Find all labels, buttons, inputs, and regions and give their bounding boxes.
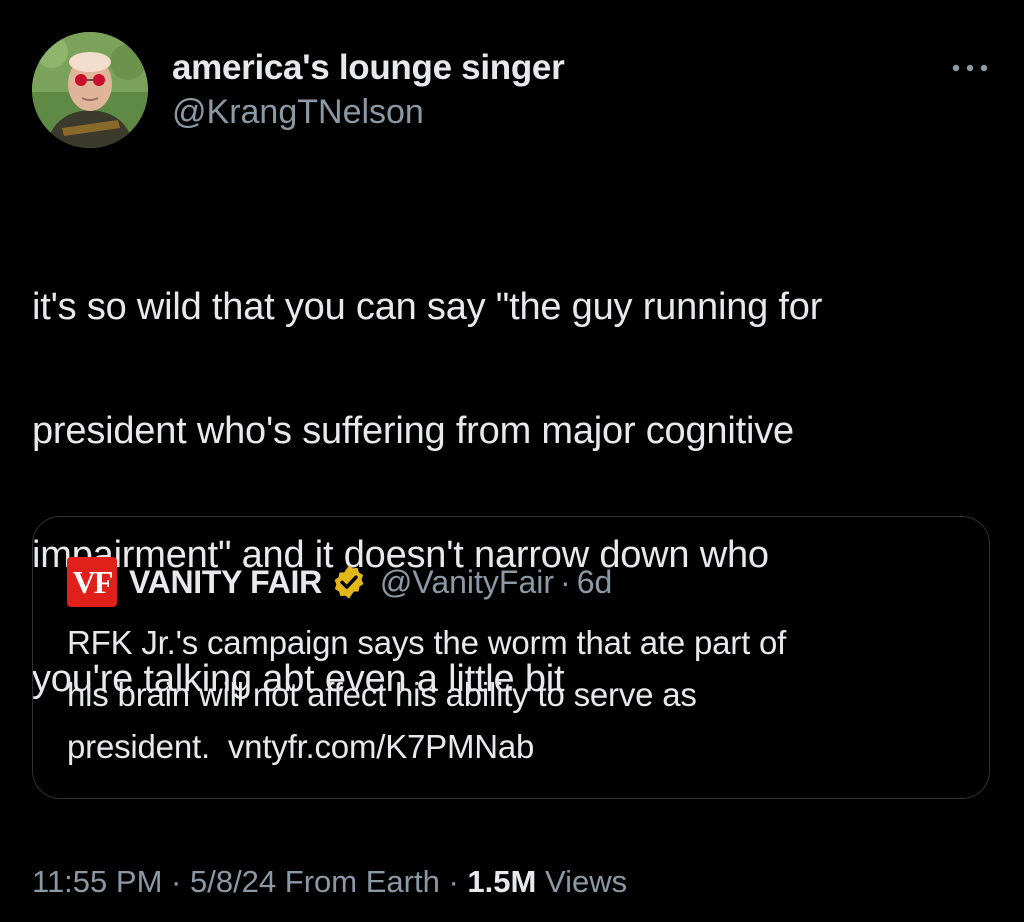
tweet-source: From Earth — [284, 864, 440, 899]
tweet-date[interactable]: 5/8/24 — [190, 864, 276, 899]
author-avatar[interactable] — [32, 32, 148, 148]
tweet-metadata: 11:55 PM · 5/8/24 From Earth · 1.5M View… — [32, 864, 627, 900]
views-label: Views — [544, 864, 628, 899]
tweet-text-line: it's so wild that you can say "the guy r… — [32, 286, 823, 328]
author-display-name[interactable]: america's lounge singer — [172, 48, 565, 88]
vanity-fair-logo[interactable]: VF — [67, 557, 117, 607]
quoted-tweet-time[interactable]: 6d — [577, 564, 613, 601]
ellipsis-icon — [952, 64, 988, 72]
quoted-author-handle[interactable]: @VanityFair — [380, 564, 554, 601]
tweet-text-line: president who's suffering from major cog… — [32, 410, 794, 452]
tweet-header: america's lounge singer @KrangTNelson — [32, 32, 992, 150]
quoted-author-name[interactable]: VANITY FAIR — [129, 564, 322, 601]
author-handle[interactable]: @KrangTNelson — [172, 90, 564, 134]
tweet-time[interactable]: 11:55 PM — [32, 864, 162, 899]
quoted-text-line: RFK Jr.'s campaign says the worm that at… — [67, 624, 787, 661]
separator-dot: · — [560, 563, 571, 600]
quoted-text-line: his brain will not affect his ability to… — [67, 676, 697, 713]
verified-badge-icon — [334, 565, 364, 599]
quoted-tweet-header: VF VANITY FAIR @VanityFair · 6d — [67, 557, 613, 607]
separator-dot: · — [171, 864, 182, 899]
separator-dot: · — [448, 864, 459, 899]
quoted-tweet-link[interactable]: vntyfr.com/K7PMNab — [228, 728, 535, 765]
quoted-tweet-card[interactable]: VF VANITY FAIR @VanityFair · 6d RFK Jr.'… — [32, 516, 990, 799]
avatar-image — [32, 32, 148, 148]
views-count: 1.5M — [467, 864, 537, 899]
more-options-button[interactable] — [948, 54, 992, 82]
quoted-text-fragment: president. — [67, 728, 210, 765]
author-names: america's lounge singer @KrangTNelson — [172, 48, 565, 134]
quoted-text-line: president. vntyfr.com/K7PMNab — [67, 721, 967, 773]
quoted-tweet-text: RFK Jr.'s campaign says the worm that at… — [67, 617, 967, 773]
